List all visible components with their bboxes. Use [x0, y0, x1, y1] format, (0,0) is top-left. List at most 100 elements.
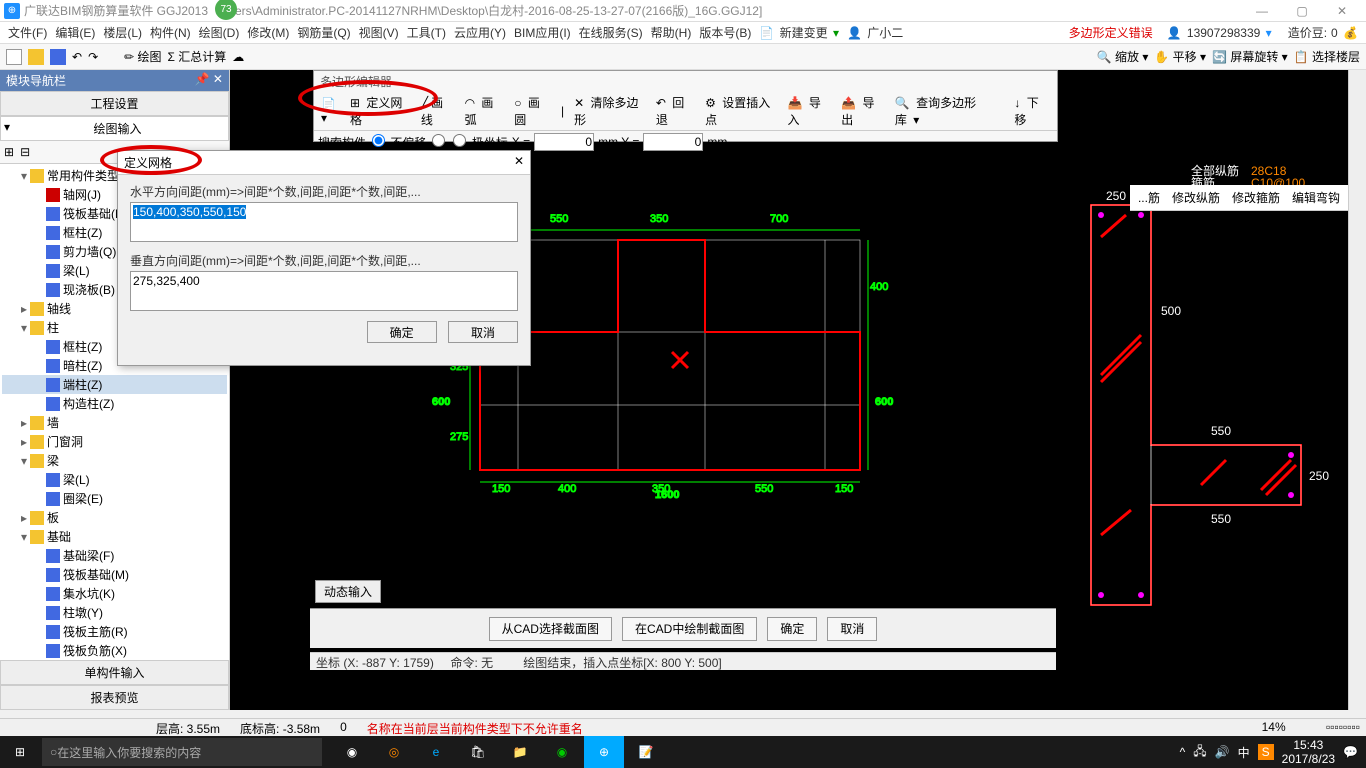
poly-import[interactable]: 📥 导入 [785, 94, 835, 128]
menu-online[interactable]: 在线服务(S) [577, 24, 645, 41]
sum-button[interactable]: Σ 汇总计算 [168, 48, 227, 65]
rotate-button[interactable]: 🔄 屏幕旋转 ▾ [1212, 48, 1288, 65]
app-notes[interactable]: 📝 [626, 736, 666, 768]
radio-polar[interactable]: 极坐标 [451, 134, 507, 151]
tab-edit-hook[interactable]: 编辑弯钩 [1292, 189, 1340, 206]
menu-component[interactable]: 构件(N) [148, 24, 193, 41]
open-icon[interactable] [28, 49, 44, 65]
bottom-ok-button[interactable]: 确定 [767, 617, 817, 641]
app-360[interactable]: ◉ [542, 736, 582, 768]
menu-view[interactable]: 视图(V) [357, 24, 401, 41]
taskbar-search[interactable]: ○ 在这里输入你要搜索的内容 [42, 738, 322, 766]
poly-define-grid[interactable]: ⊞ 定义网格 [347, 94, 414, 128]
dialog-ok-button[interactable]: 确定 [367, 321, 437, 343]
tree-item[interactable]: 梁(L) [2, 470, 227, 489]
save-icon[interactable] [50, 49, 66, 65]
pan-button[interactable]: ✋ 平移 ▾ [1154, 48, 1206, 65]
tree-item[interactable]: ▸板 [2, 508, 227, 527]
tab-single-component[interactable]: 单构件输入 [0, 660, 229, 685]
app-cortana[interactable]: ◉ [332, 736, 372, 768]
app-edge[interactable]: e [416, 736, 456, 768]
menu-version[interactable]: 版本号(B) [697, 24, 753, 41]
poly-arc[interactable]: ◠ 画弧 [462, 94, 508, 128]
poly-circle[interactable]: ○ 画圆 [511, 94, 554, 128]
menu-help[interactable]: 帮助(H) [649, 24, 694, 41]
collapse-icon[interactable]: ⊟ [20, 145, 30, 159]
tab-project-settings[interactable]: 工程设置 [0, 91, 229, 116]
menu-floor[interactable]: 楼层(L) [101, 24, 144, 41]
right-section-view[interactable]: 全部纵筋 箍筋 28C18 C10@100 250 500 [1061, 145, 1341, 645]
poly-clear[interactable]: ✕ 清除多边形 [571, 94, 649, 128]
menu-edit[interactable]: 编辑(E) [53, 24, 97, 41]
poly-query[interactable]: 🔍 查询多边形库 ▾ [892, 94, 994, 128]
vertical-scrollbar[interactable] [1348, 70, 1366, 710]
tray-network-icon[interactable]: 🖧 [1193, 742, 1206, 763]
phone-number[interactable]: 👤 13907298339 ▾ [1165, 26, 1274, 40]
menu-file[interactable]: 文件(F) [6, 24, 49, 41]
tab-rebar[interactable]: ...筋 [1138, 189, 1160, 206]
tree-item[interactable]: 柱墩(Y) [2, 603, 227, 622]
app-browser[interactable]: ◎ [374, 736, 414, 768]
close-button[interactable]: ✕ [1322, 4, 1362, 18]
tray-notifications-icon[interactable]: 💬 [1343, 745, 1358, 759]
app-explorer[interactable]: 📁 [500, 736, 540, 768]
menu-draw[interactable]: 绘图(D) [197, 24, 242, 41]
tree-item[interactable]: 筏板主筋(R) [2, 622, 227, 641]
minimize-button[interactable]: — [1242, 4, 1282, 18]
menu-bim[interactable]: BIM应用(I) [512, 24, 573, 41]
undo-icon[interactable]: ↶ [72, 50, 82, 64]
tree-item[interactable]: 筏板基础(M) [2, 565, 227, 584]
menu-modify[interactable]: 修改(M) [245, 24, 291, 41]
tree-item[interactable]: ▾基础 [2, 527, 227, 546]
poly-line[interactable]: ╱画线 [418, 94, 458, 128]
tree-item[interactable]: 端柱(Z) [2, 375, 227, 394]
dialog-cancel-button[interactable]: 取消 [448, 321, 518, 343]
menu-cloud[interactable]: 云应用(Y) [452, 24, 508, 41]
h-spacing-input[interactable]: 150,400,350,550,150 [130, 202, 518, 242]
y-input[interactable] [643, 133, 703, 151]
menu-tools[interactable]: 工具(T) [405, 24, 448, 41]
dialog-close-button[interactable]: ✕ [514, 154, 524, 171]
draw-button[interactable]: ✏ 绘图 [124, 48, 161, 65]
select-floor-button[interactable]: 📋 选择楼层 [1294, 48, 1360, 65]
dynamic-input-button[interactable]: 动态输入 [315, 580, 381, 603]
tray-sogou[interactable]: S [1258, 744, 1274, 760]
tree-item[interactable]: 基础梁(F) [2, 546, 227, 565]
poly-new[interactable]: 📄▾ [318, 97, 343, 125]
x-input[interactable] [534, 133, 594, 151]
app-store[interactable]: 🛍 [458, 736, 498, 768]
sidebar-pin-icon[interactable]: 📌 ✕ [195, 72, 223, 89]
maximize-button[interactable]: ▢ [1282, 4, 1322, 18]
tree-item[interactable]: 筏板负筋(X) [2, 641, 227, 660]
tree-item[interactable]: ▾梁 [2, 451, 227, 470]
poly-export[interactable]: 📤 导出 [838, 94, 888, 128]
tab-modify-long[interactable]: 修改纵筋 [1172, 189, 1220, 206]
tray-icons-row[interactable]: ▫▫▫▫▫▫▫▫ [1326, 720, 1360, 735]
radio-opt2[interactable] [430, 134, 447, 150]
bottom-cancel-button[interactable]: 取消 [827, 617, 877, 641]
expand-icon[interactable]: ⊞ [4, 145, 14, 159]
redo-icon[interactable]: ↷ [88, 50, 98, 64]
zoom-button[interactable]: 🔍 缩放 ▾ [1097, 48, 1149, 65]
new-icon[interactable] [6, 49, 22, 65]
tray-expand-icon[interactable]: ^ [1180, 745, 1186, 759]
cloud-icon[interactable]: ☁ [232, 50, 244, 64]
poly-undo[interactable]: ↶ 回退 [653, 94, 698, 128]
tree-item[interactable]: 圈梁(E) [2, 489, 227, 508]
poly-insert[interactable]: ⚙ 设置插入点 [702, 94, 780, 128]
radio-no-offset[interactable]: 不偏移 [370, 134, 426, 151]
poly-down[interactable]: ↓ 下移 [1011, 94, 1053, 128]
menu-rebar[interactable]: 钢筋量(Q) [295, 24, 352, 41]
tray-volume-icon[interactable]: 🔊 [1215, 745, 1230, 759]
cad-draw-button[interactable]: 在CAD中绘制截面图 [622, 617, 757, 641]
tab-modify-stirrup[interactable]: 修改箍筋 [1232, 189, 1280, 206]
v-spacing-input[interactable]: 275,325,400 [130, 271, 518, 311]
user-label[interactable]: 👤 广小二 [845, 24, 907, 41]
start-button[interactable]: ⊞ [0, 736, 40, 768]
tree-item[interactable]: 构造柱(Z) [2, 394, 227, 413]
tab-draw-input[interactable]: 绘图输入 ▾ [0, 116, 229, 141]
tree-item[interactable]: ▸门窗洞 [2, 432, 227, 451]
tree-item[interactable]: 集水坑(K) [2, 584, 227, 603]
tray-ime[interactable]: 中 [1238, 744, 1250, 761]
tray-clock[interactable]: 15:432017/8/23 [1282, 738, 1335, 766]
